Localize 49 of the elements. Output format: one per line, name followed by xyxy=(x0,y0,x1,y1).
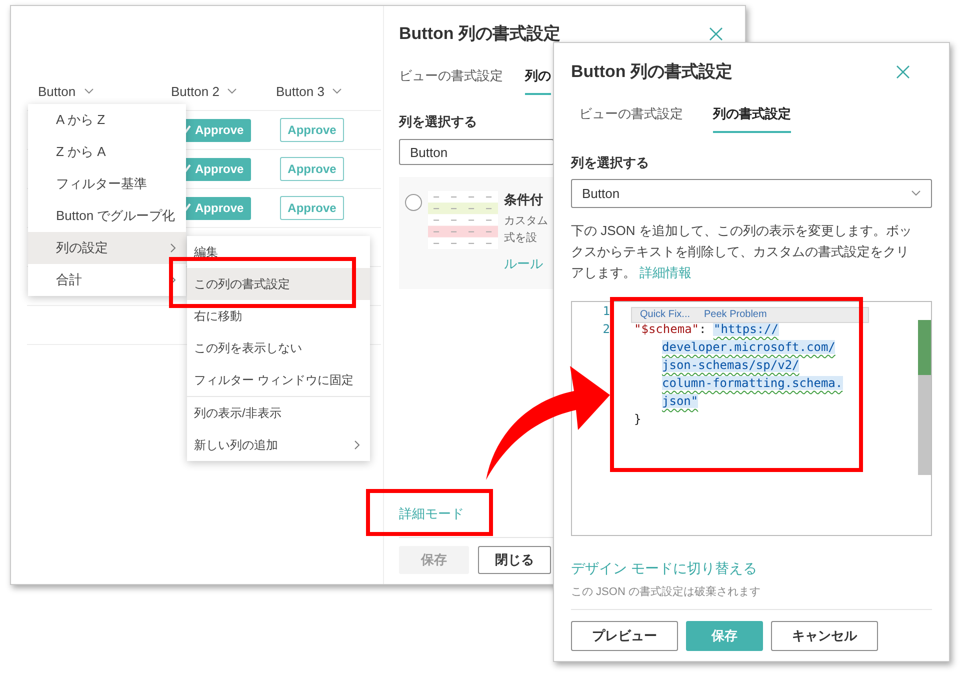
format-tab[interactable]: ビューの書式設定 xyxy=(399,67,503,95)
chevron-down-icon xyxy=(911,190,921,196)
menu-item[interactable]: この列を表示しない xyxy=(187,332,370,364)
chevron-down-icon xyxy=(84,88,94,94)
menu-item[interactable]: 右に移動 xyxy=(187,300,370,332)
chevron-down-icon xyxy=(332,88,342,94)
column-header[interactable]: Button 2 xyxy=(171,84,220,98)
menu-item[interactable]: 編集 xyxy=(187,236,370,268)
chevron-down-icon xyxy=(227,88,238,94)
menu-item[interactable]: 新しい列の追加 xyxy=(187,429,370,461)
scrollbar[interactable] xyxy=(918,320,931,475)
card-title: 条件付 xyxy=(504,191,543,209)
field-label: 列を選択する xyxy=(399,113,477,131)
menu-item[interactable]: 列の設定 xyxy=(28,232,186,264)
close-icon[interactable] xyxy=(896,64,910,78)
column-header[interactable]: Button 3 xyxy=(276,84,324,98)
menu-item[interactable]: フィルター ウィンドウに固定 xyxy=(187,364,370,396)
dialog-button[interactable]: 閉じる xyxy=(478,546,551,574)
table-preview-drawing xyxy=(428,191,498,249)
column-dropdown[interactable]: Button xyxy=(399,139,554,165)
dialog-button[interactable]: キャンセル xyxy=(771,621,878,651)
card-description: 式を設 xyxy=(504,231,537,245)
code-line: "$schema": "https:// xyxy=(634,322,779,336)
line-number: 1 xyxy=(602,302,611,320)
chevron-right-icon xyxy=(170,275,176,285)
line-number: 2 xyxy=(602,320,611,338)
menu-item[interactable]: 合計 xyxy=(28,264,186,296)
hover-action-link[interactable]: Peek Problem xyxy=(704,306,767,324)
code-editor[interactable]: 1 Quick Fix... Peek Problem 2 "$schema": "https:// developer.microsoft.com/ json-schemas/sp/v2/ column-formatting.schema. json" } xyxy=(571,300,932,536)
chevron-right-icon xyxy=(354,440,360,450)
column-dropdown[interactable]: Button xyxy=(571,179,932,208)
format-tab[interactable]: ビューの書式設定 xyxy=(579,105,683,133)
menu-item[interactable]: 列の表示/非表示 xyxy=(187,397,370,429)
hint-text: この JSON の書式設定は破棄されます xyxy=(571,584,762,599)
dialog-button[interactable]: プレビュー xyxy=(571,621,678,651)
card-description: カスタム xyxy=(504,214,548,228)
column-header[interactable]: Button xyxy=(38,84,76,98)
menu-item[interactable]: この列の書式設定 xyxy=(187,268,370,300)
format-tab[interactable]: 列の xyxy=(525,67,551,95)
hover-action-link[interactable]: Quick Fix... xyxy=(640,306,690,324)
panel-title: Button 列の書式設定 xyxy=(571,61,732,83)
format-tab[interactable]: 列の書式設定 xyxy=(713,105,791,133)
code-line: } xyxy=(634,412,642,426)
radio-button[interactable] xyxy=(405,194,422,211)
field-label: 列を選択する xyxy=(571,154,650,172)
description-text: 下の JSON を追加して、この列の表示を変更します。ボックスからテキストを削除して、カスタムの書式設定をクリアします。 詳細情報 xyxy=(571,222,913,282)
close-icon[interactable] xyxy=(709,26,723,40)
chevron-right-icon xyxy=(170,243,176,253)
panel-title: Button 列の書式設定 xyxy=(399,23,560,45)
